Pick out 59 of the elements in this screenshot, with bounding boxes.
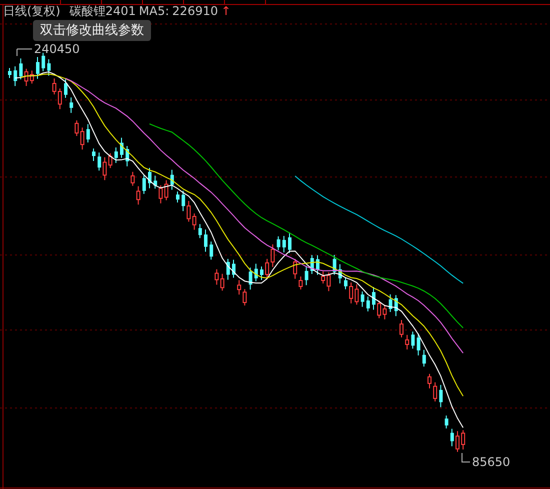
candlestick	[411, 331, 415, 350]
candlestick	[456, 430, 460, 452]
candlestick	[282, 235, 286, 253]
candlestick	[148, 167, 152, 189]
candlestick	[444, 415, 448, 429]
candlestick	[14, 66, 18, 87]
candlestick	[433, 382, 438, 402]
candlestick	[232, 259, 236, 278]
candlestick	[422, 349, 426, 368]
candlestick	[64, 78, 68, 98]
candlestick	[360, 290, 364, 308]
candlestick	[332, 254, 336, 276]
low-price-label: 85650	[472, 455, 510, 469]
tooltip: 双击修改曲线参数	[33, 20, 151, 41]
candlestick	[86, 124, 90, 143]
candlestick	[8, 68, 12, 78]
candlestick	[42, 52, 46, 72]
indicator-value: 226910	[172, 4, 218, 19]
candlestick	[316, 254, 320, 276]
candlestick	[198, 224, 202, 239]
candlestick	[254, 263, 258, 282]
candlestick	[394, 294, 398, 317]
high-price-label: 240450	[34, 42, 80, 56]
candlestick	[276, 236, 280, 251]
candlestick	[288, 232, 292, 254]
candlestick	[210, 241, 214, 260]
trend-arrow: ↑	[220, 4, 232, 19]
candlestick	[405, 334, 410, 350]
candlestick	[170, 169, 174, 190]
candlestick	[461, 430, 466, 450]
candlestick	[388, 294, 392, 312]
candlestick	[416, 333, 420, 356]
candlestick	[366, 296, 370, 312]
candlestick	[126, 146, 130, 167]
leader-line	[16, 48, 32, 56]
candlestick	[248, 267, 252, 290]
candlestick	[304, 265, 308, 286]
candlestick	[92, 148, 96, 162]
candlestick	[400, 320, 404, 338]
candlestick	[260, 266, 264, 280]
indicator-label: MA5:	[138, 4, 170, 19]
candlestick	[338, 264, 342, 284]
candlestick	[36, 56, 40, 80]
candlestick	[428, 373, 432, 389]
candlestick	[439, 384, 443, 408]
candlestick	[344, 276, 348, 290]
candlestick	[176, 191, 180, 204]
candlestick	[120, 137, 124, 158]
candlestick	[310, 254, 314, 274]
candlestick	[226, 258, 230, 280]
candlestick	[70, 96, 74, 114]
candlestick	[114, 146, 118, 164]
candlestick	[450, 428, 454, 447]
candlestick	[204, 228, 208, 252]
leader-line	[462, 452, 470, 462]
candlestick	[142, 174, 146, 194]
symbol-label: 碳酸锂2401	[69, 4, 136, 19]
candlestick	[372, 286, 376, 310]
period-label: 日线(复权)	[3, 4, 60, 19]
